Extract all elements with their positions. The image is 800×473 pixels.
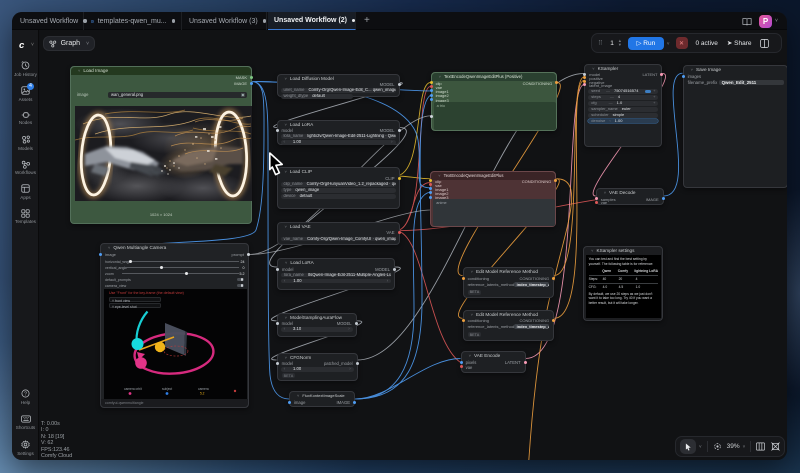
svg-text:subject: subject [162,387,172,391]
svg-text:camera orbit: camera orbit [124,387,142,391]
svg-text:5.2: 5.2 [200,391,205,395]
svg-text:camera: camera [198,387,209,391]
